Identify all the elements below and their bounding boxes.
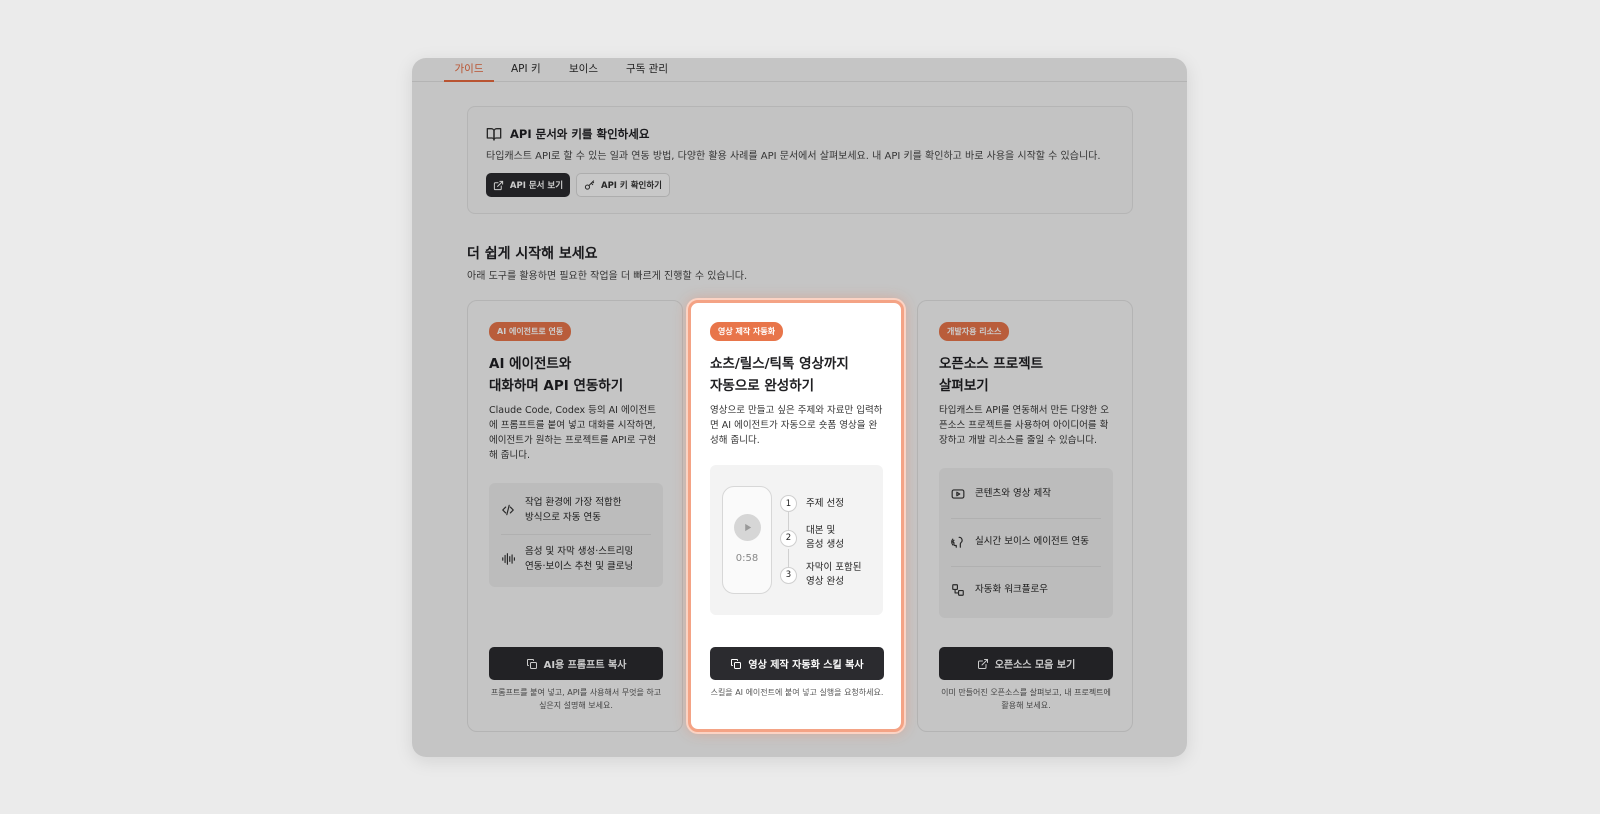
api-notice-box: API 문서와 키를 확인하세요 타입캐스트 API로 할 수 있는 일과 연동… (467, 106, 1133, 214)
tab-bar: 가이드 API 키 보이스 구독 관리 (412, 58, 1187, 82)
feature-item: 실시간 보이스 에이전트 연동 (951, 534, 1101, 549)
tab-guide[interactable]: 가이드 (444, 61, 494, 82)
feature-list: 작업 환경에 가장 적합한 방식으로 자동 연동 음성 및 자막 생성·스트리밍 연… (489, 483, 663, 587)
api-key-button[interactable]: API 키 확인하기 (576, 173, 670, 197)
book-open-icon (486, 127, 502, 141)
external-link-icon (493, 180, 504, 190)
video-steps-preview: 0:58 1 주제 선정 2 대본 및 음성 생성 3 자막이 포함된 영상 완성 (710, 465, 883, 615)
card-badge: 영상 제작 자동화 (710, 322, 784, 341)
youtube-icon (951, 488, 965, 499)
code-icon (502, 504, 514, 516)
phone-preview: 0:58 (722, 486, 772, 594)
card-title: 오픈소스 프로젝트 살펴보기 (939, 356, 1044, 394)
card-badge: 개발자용 리소스 (939, 322, 1010, 341)
video-duration: 0:58 (735, 553, 759, 564)
step-item: 2 대본 및 음성 생성 (780, 524, 844, 552)
card-note: 이미 만들어진 오픈소스를 살펴보고, 내 프로젝트에 활용해 보세요. (941, 688, 1111, 710)
card-title: AI 에이전트와 대화하며 API 연동하기 (489, 356, 624, 394)
card-note: 스킬을 AI 에이전트에 붙여 넣고 실행을 요청하세요. (710, 688, 884, 697)
card-note: 프롬프트를 붙여 넣고, API를 사용해서 무엇을 하고 싶은지 설명해 보세… (490, 688, 662, 710)
card-title: 쇼츠/릴스/틱톡 영상까지 자동으로 완성하기 (710, 356, 849, 394)
divider (501, 534, 651, 535)
notice-description: 타입캐스트 API로 할 수 있는 일과 연동 방법, 다양한 활용 사례를 A… (486, 151, 1101, 162)
step-item: 1 주제 선정 (780, 495, 844, 512)
workflow-icon (952, 583, 964, 596)
feature-item: 콘텐츠와 영상 제작 (951, 486, 1101, 501)
copy-icon (731, 658, 742, 669)
card-description: Claude Code, Codex 등의 AI 에이전트에 프롬프트를 붙여 … (489, 405, 656, 461)
api-docs-button[interactable]: API 문서 보기 (486, 173, 570, 197)
tab-api-key[interactable]: API 키 (511, 61, 541, 82)
open-source-card: 개발자용 리소스 오픈소스 프로젝트 살펴보기 타입캐스트 API를 연동해서 만… (917, 300, 1133, 732)
tab-subscription[interactable]: 구독 관리 (626, 61, 668, 82)
feature-list: 콘텐츠와 영상 제작 실시간 보이스 에이전트 연동 자동화 워크플로우 (939, 468, 1113, 618)
external-link-icon (977, 658, 988, 669)
notice-title: API 문서와 키를 확인하세요 (510, 127, 650, 141)
key-icon (584, 179, 595, 190)
step-item: 3 자막이 포함된 영상 완성 (780, 561, 861, 589)
section-title: 더 쉽게 시작해 보세요 (467, 246, 598, 262)
card-description: 타입캐스트 API를 연동해서 만든 다양한 오픈소스 프로젝트를 사용하여 아… (939, 405, 1109, 446)
copy-icon (526, 658, 537, 669)
divider (951, 518, 1101, 519)
copy-video-skill-button[interactable]: 영상 제작 자동화 스킬 복사 (710, 647, 884, 680)
waveform-icon (502, 553, 515, 565)
feature-item: 작업 환경에 가장 적합한 방식으로 자동 연동 (501, 495, 651, 525)
play-icon (734, 514, 761, 541)
section-subtitle: 아래 도구를 활용하면 필요한 작업을 더 빠르게 진행할 수 있습니다. (467, 271, 748, 282)
card-badge: AI 에이전트로 연동 (489, 322, 572, 341)
ai-agent-card: AI 에이전트로 연동 AI 에이전트와 대화하며 API 연동하기 Claude… (467, 300, 683, 732)
api-docs-button-label: API 문서 보기 (509, 181, 564, 191)
card-description: 영상으로 만들고 싶은 주제와 자료만 입력하면 AI 에이전트가 자동으로 숏… (710, 405, 883, 446)
video-automation-card: 영상 제작 자동화 쇼츠/릴스/틱톡 영상까지 자동으로 완성하기 영상으로 만들… (688, 300, 904, 732)
open-source-button[interactable]: 오픈소스 모음 보기 (939, 647, 1113, 680)
feature-item: 자동화 워크플로우 (951, 582, 1101, 597)
copy-ai-prompt-button[interactable]: AI용 프롬프트 복사 (489, 647, 663, 680)
tab-voice[interactable]: 보이스 (569, 61, 598, 82)
guide-window: 가이드 API 키 보이스 구독 관리 API 문서와 키를 확인하세요 타입캐… (412, 58, 1187, 757)
voice-agent-icon (951, 536, 963, 548)
divider (951, 566, 1101, 567)
api-key-button-label: API 키 확인하기 (601, 181, 662, 191)
feature-item: 음성 및 자막 생성·스트리밍 연동·보이스 추천 및 클로닝 (501, 544, 651, 574)
